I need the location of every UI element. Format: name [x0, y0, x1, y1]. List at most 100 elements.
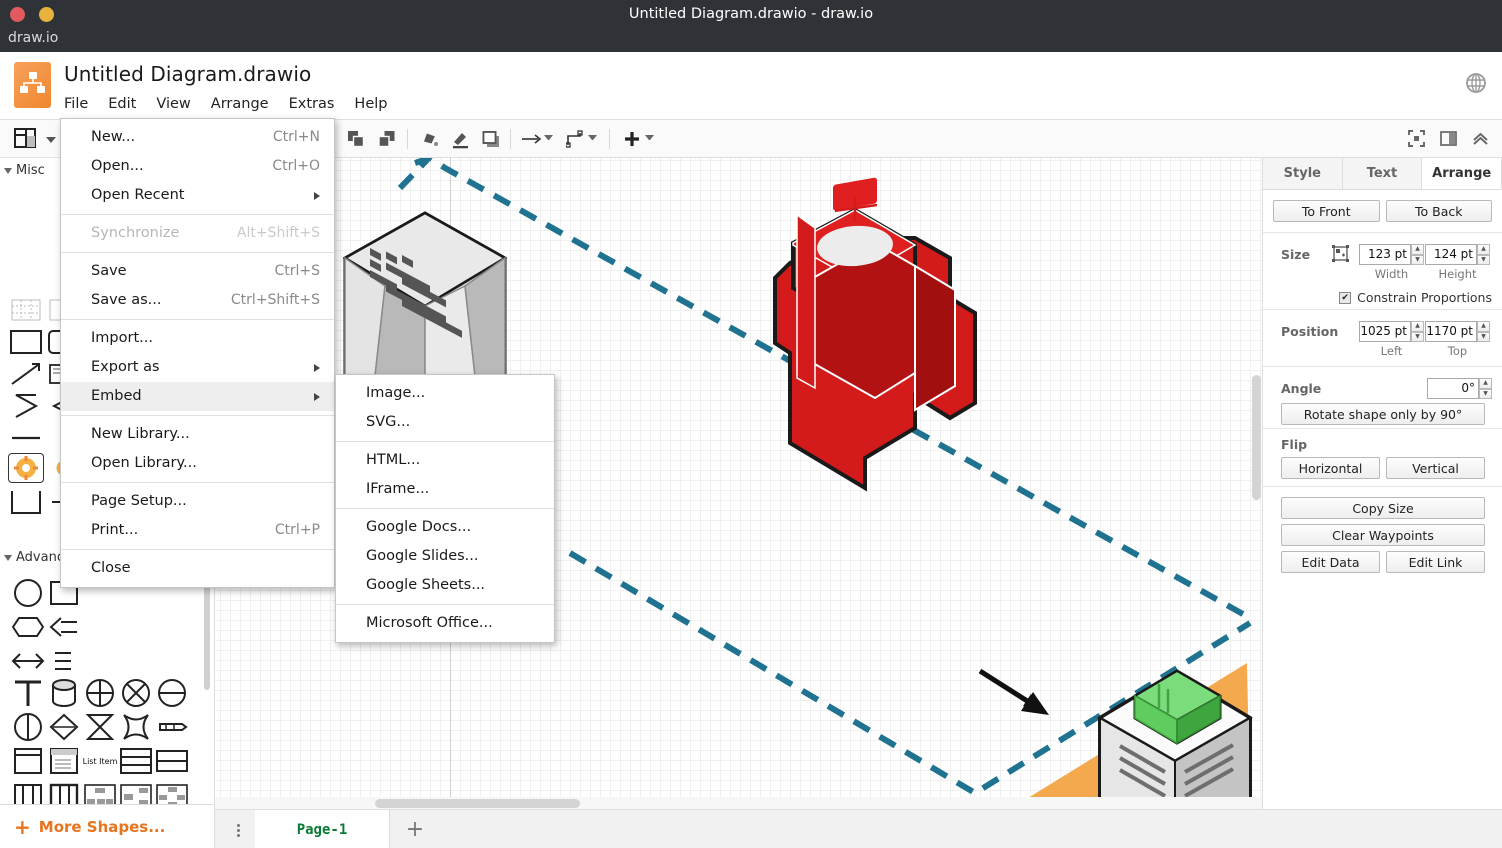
shape-rows-3[interactable]	[118, 746, 154, 776]
shape-rows-2[interactable]	[154, 746, 190, 776]
to-front-icon[interactable]	[345, 128, 367, 150]
panel-layout-icon[interactable]	[14, 128, 36, 152]
shape-double-arrow[interactable]	[10, 646, 46, 676]
shape-gear-selected[interactable]	[8, 453, 44, 483]
collapse-chevron-icon[interactable]	[1470, 128, 1490, 148]
to-back-icon[interactable]	[376, 128, 398, 150]
file-menu-item-open-recent[interactable]: Open Recent	[61, 181, 334, 210]
height-input[interactable]: 124 pt	[1425, 244, 1477, 265]
tab-text[interactable]: Text	[1342, 158, 1423, 189]
embed-submenu-dropdown[interactable]: Image... SVG... HTML... IFrame... Google Doc…	[335, 374, 555, 643]
shape-circle-x[interactable]	[118, 678, 154, 708]
page-tab-page-1[interactable]: Page-1	[255, 810, 390, 848]
width-input[interactable]: 123 pt	[1359, 244, 1411, 265]
constrain-proportions-row[interactable]: ✔ Constrain Proportions	[1339, 290, 1492, 305]
shape-open-rect[interactable]	[8, 487, 44, 517]
shape-diamond[interactable]	[46, 712, 82, 742]
add-page-button[interactable]: +	[390, 810, 440, 848]
shape-tee[interactable]	[10, 678, 46, 708]
file-menu-item-new-library[interactable]: New Library...	[61, 420, 334, 449]
shape-zigzag[interactable]	[8, 391, 44, 421]
menu-view[interactable]: View	[156, 94, 200, 114]
file-menu-item-open-library[interactable]: Open Library...	[61, 449, 334, 478]
constrain-proportions-checkbox[interactable]: ✔	[1339, 291, 1352, 304]
line-color-icon[interactable]	[449, 128, 471, 150]
shape-star4[interactable]	[118, 712, 154, 742]
height-stepper[interactable]: 124 pt ▲ ▼	[1425, 244, 1490, 265]
insert-plus-icon[interactable]	[621, 128, 643, 150]
file-menu-dropdown[interactable]: New... Ctrl+N Open... Ctrl+O Open Recent Sync…	[60, 118, 335, 588]
shadow-icon[interactable]	[480, 128, 502, 150]
file-menu-item-save-as[interactable]: Save as... Ctrl+Shift+S	[61, 286, 334, 315]
width-spinner[interactable]: ▲ ▼	[1411, 244, 1424, 265]
width-stepper[interactable]: 123 pt ▲ ▼	[1359, 244, 1424, 265]
menu-file[interactable]: File	[64, 94, 98, 114]
angle-stepper[interactable]: 0° ▲ ▼	[1427, 378, 1492, 399]
to-back-button[interactable]: To Back	[1385, 200, 1492, 222]
shape-horizontal-line[interactable]	[8, 423, 44, 453]
format-panel-tabs[interactable]: Style Text Arrange	[1263, 158, 1502, 190]
menu-extras[interactable]: Extras	[289, 94, 345, 114]
menu-edit[interactable]: Edit	[108, 94, 146, 114]
position-top-spinner[interactable]: ▲ ▼	[1477, 321, 1490, 342]
tab-arrange[interactable]: Arrange	[1422, 158, 1502, 189]
shape-circle-cross[interactable]	[82, 678, 118, 708]
horizontal-scrollbar-track[interactable]	[215, 797, 1262, 809]
embed-menu-item-iframe[interactable]: IFrame...	[336, 475, 554, 504]
edit-data-button[interactable]: Edit Data	[1281, 551, 1380, 573]
shape-left-arrow[interactable]	[46, 612, 82, 642]
embed-menu-item-svg[interactable]: SVG...	[336, 408, 554, 437]
autosize-icon[interactable]	[1331, 244, 1350, 267]
angle-input[interactable]: 0°	[1427, 378, 1479, 399]
position-left-input[interactable]: 1025 pt	[1359, 321, 1411, 342]
file-menu-item-save[interactable]: Save Ctrl+S	[61, 257, 334, 286]
menu-bar[interactable]: File Edit View Arrange Extras Help	[64, 94, 407, 114]
page-options-icon[interactable]	[229, 820, 247, 840]
embed-menu-item-google-slides[interactable]: Google Slides...	[336, 542, 554, 571]
file-menu-item-open[interactable]: Open... Ctrl+O	[61, 152, 334, 181]
insert-caret-icon[interactable]	[645, 135, 654, 141]
shape-hexagon[interactable]	[10, 612, 46, 642]
file-menu-item-new[interactable]: New... Ctrl+N	[61, 123, 334, 152]
flip-vertical-button[interactable]: Vertical	[1386, 457, 1485, 479]
angle-spinner[interactable]: ▲ ▼	[1479, 378, 1492, 399]
fullscreen-icon[interactable]	[1406, 128, 1426, 148]
tab-style[interactable]: Style	[1263, 158, 1343, 189]
arrow-style-caret-icon[interactable]	[544, 135, 553, 141]
more-shapes-button[interactable]: + More Shapes...	[0, 804, 214, 848]
shape-list-item[interactable]: List Item	[82, 746, 118, 776]
position-top-input[interactable]: 1170 pt	[1425, 321, 1477, 342]
shape-bus[interactable]	[154, 712, 190, 742]
vertical-scrollbar-thumb[interactable]	[1252, 375, 1261, 500]
shape-circle-half[interactable]	[154, 678, 190, 708]
shape-list[interactable]	[46, 746, 82, 776]
shape-cylinder[interactable]	[46, 678, 82, 708]
embed-menu-item-image[interactable]: Image...	[336, 379, 554, 408]
shape-bowtie[interactable]	[82, 712, 118, 742]
height-spinner[interactable]: ▲ ▼	[1477, 244, 1490, 265]
embed-menu-item-microsoft-office[interactable]: Microsoft Office...	[336, 609, 554, 638]
embed-menu-item-html[interactable]: HTML...	[336, 446, 554, 475]
menu-arrange[interactable]: Arrange	[211, 94, 279, 114]
connection-icon[interactable]	[565, 128, 587, 150]
connection-caret-icon[interactable]	[588, 135, 597, 141]
clear-waypoints-button[interactable]: Clear Waypoints	[1281, 524, 1485, 546]
position-left-stepper[interactable]: 1025 pt ▲ ▼	[1359, 321, 1424, 342]
horizontal-scrollbar-thumb[interactable]	[375, 799, 580, 808]
edit-link-button[interactable]: Edit Link	[1386, 551, 1485, 573]
app-taskbar-label[interactable]: draw.io	[0, 28, 70, 52]
shape-circle-vline[interactable]	[10, 712, 46, 742]
globe-language-icon[interactable]	[1465, 72, 1487, 94]
flip-horizontal-button[interactable]: Horizontal	[1281, 457, 1380, 479]
file-menu-item-import[interactable]: Import...	[61, 324, 334, 353]
shape-window[interactable]	[10, 746, 46, 776]
file-menu-item-print[interactable]: Print... Ctrl+P	[61, 516, 334, 545]
file-menu-item-embed[interactable]: Embed	[61, 382, 334, 411]
panel-layout-caret-icon[interactable]	[46, 137, 56, 143]
shape-circle[interactable]	[10, 578, 46, 608]
file-menu-item-close[interactable]: Close	[61, 554, 334, 583]
shape-brace[interactable]	[46, 646, 82, 676]
shape-line-arrow[interactable]	[8, 359, 44, 389]
fill-color-icon[interactable]	[418, 128, 440, 150]
rotate-shape-button[interactable]: Rotate shape only by 90°	[1281, 403, 1485, 425]
